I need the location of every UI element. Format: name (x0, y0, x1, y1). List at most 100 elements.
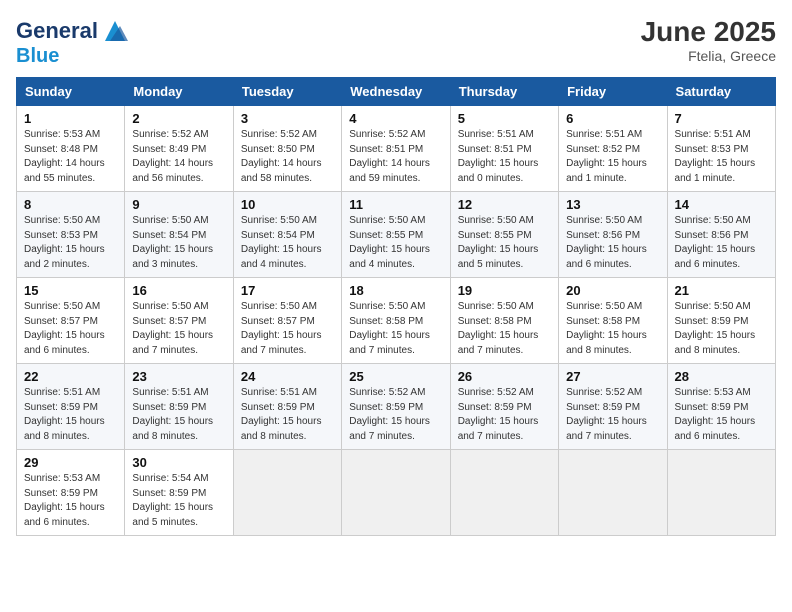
calendar-cell: 30 Sunrise: 5:54 AMSunset: 8:59 PMDayligh… (125, 450, 233, 536)
day-number: 28 (675, 369, 768, 384)
calendar-cell: 4 Sunrise: 5:52 AMSunset: 8:51 PMDaylight… (342, 106, 450, 192)
day-header-monday: Monday (125, 78, 233, 106)
day-number: 27 (566, 369, 659, 384)
day-number: 30 (132, 455, 225, 470)
calendar-cell: 5 Sunrise: 5:51 AMSunset: 8:51 PMDaylight… (450, 106, 558, 192)
calendar-cell: 10 Sunrise: 5:50 AMSunset: 8:54 PMDayligh… (233, 192, 341, 278)
day-number: 23 (132, 369, 225, 384)
day-info: Sunrise: 5:50 AMSunset: 8:58 PMDaylight:… (566, 300, 659, 358)
day-number: 29 (24, 455, 117, 470)
calendar-cell (450, 450, 558, 536)
calendar-cell: 3Sunrise: 5:52 AMSunset: 8:50 PMDaylight… (233, 106, 341, 192)
calendar-cell: 25 Sunrise: 5:52 AMSunset: 8:59 PMDayligh… (342, 364, 450, 450)
day-number: 22 (24, 369, 117, 384)
calendar-cell: 18 Sunrise: 5:50 AMSunset: 8:58 PMDayligh… (342, 278, 450, 364)
day-number: 11 (349, 197, 442, 212)
day-number: 2 (132, 111, 225, 126)
day-number: 1 (24, 111, 117, 126)
calendar-cell: 17Sunrise: 5:50 AMSunset: 8:57 PMDayligh… (233, 278, 341, 364)
day-header-sunday: Sunday (17, 78, 125, 106)
day-info: Sunrise: 5:50 AMSunset: 8:57 PMDaylight:… (132, 300, 225, 358)
calendar-table: SundayMondayTuesdayWednesdayThursdayFrid… (16, 77, 776, 536)
calendar-cell: 20Sunrise: 5:50 AMSunset: 8:58 PMDayligh… (559, 278, 667, 364)
page-header: General Blue June 2025 Ftelia, Greece (16, 16, 776, 67)
day-number: 8 (24, 197, 117, 212)
calendar-cell (559, 450, 667, 536)
calendar-cell: 7 Sunrise: 5:51 AMSunset: 8:53 PMDaylight… (667, 106, 775, 192)
day-info: Sunrise: 5:52 AMSunset: 8:59 PMDaylight:… (458, 386, 551, 444)
day-info: Sunrise: 5:51 AMSunset: 8:59 PMDaylight:… (132, 386, 225, 444)
day-number: 19 (458, 283, 551, 298)
calendar-row: 8 Sunrise: 5:50 AMSunset: 8:53 PMDaylight… (17, 192, 776, 278)
day-number: 5 (458, 111, 551, 126)
day-info: Sunrise: 5:51 AMSunset: 8:53 PMDaylight:… (675, 128, 768, 186)
calendar-cell: 1 Sunrise: 5:53 AMSunset: 8:48 PMDaylight… (17, 106, 125, 192)
day-info: Sunrise: 5:50 AMSunset: 8:54 PMDaylight:… (132, 214, 225, 272)
day-number: 25 (349, 369, 442, 384)
calendar-cell (667, 450, 775, 536)
day-number: 14 (675, 197, 768, 212)
title-block: June 2025 Ftelia, Greece (641, 16, 776, 64)
day-info: Sunrise: 5:52 AMSunset: 8:49 PMDaylight:… (132, 128, 225, 186)
day-number: 26 (458, 369, 551, 384)
day-info: Sunrise: 5:50 AMSunset: 8:54 PMDaylight:… (241, 214, 334, 272)
day-info: Sunrise: 5:51 AMSunset: 8:52 PMDaylight:… (566, 128, 659, 186)
calendar-cell: 15 Sunrise: 5:50 AMSunset: 8:57 PMDayligh… (17, 278, 125, 364)
logo: General Blue (16, 16, 130, 67)
day-info: Sunrise: 5:51 AMSunset: 8:59 PMDaylight:… (24, 386, 117, 444)
day-info: Sunrise: 5:50 AMSunset: 8:58 PMDaylight:… (458, 300, 551, 358)
calendar-header-row: SundayMondayTuesdayWednesdayThursdayFrid… (17, 78, 776, 106)
calendar-cell: 6 Sunrise: 5:51 AMSunset: 8:52 PMDaylight… (559, 106, 667, 192)
logo-blue-text: Blue (16, 45, 59, 67)
day-info: Sunrise: 5:50 AMSunset: 8:59 PMDaylight:… (675, 300, 768, 358)
day-info: Sunrise: 5:52 AMSunset: 8:51 PMDaylight:… (349, 128, 442, 186)
calendar-row: 29 Sunrise: 5:53 AMSunset: 8:59 PMDayligh… (17, 450, 776, 536)
day-number: 7 (675, 111, 768, 126)
day-header-friday: Friday (559, 78, 667, 106)
day-number: 9 (132, 197, 225, 212)
day-number: 21 (675, 283, 768, 298)
day-info: Sunrise: 5:52 AMSunset: 8:50 PMDaylight:… (241, 128, 334, 186)
calendar-cell: 21 Sunrise: 5:50 AMSunset: 8:59 PMDayligh… (667, 278, 775, 364)
day-number: 18 (349, 283, 442, 298)
day-info: Sunrise: 5:51 AMSunset: 8:51 PMDaylight:… (458, 128, 551, 186)
month-title: June 2025 (641, 16, 776, 48)
day-number: 15 (24, 283, 117, 298)
calendar-cell: 2 Sunrise: 5:52 AMSunset: 8:49 PMDaylight… (125, 106, 233, 192)
calendar-cell: 19 Sunrise: 5:50 AMSunset: 8:58 PMDayligh… (450, 278, 558, 364)
calendar-cell: 13Sunrise: 5:50 AMSunset: 8:56 PMDayligh… (559, 192, 667, 278)
day-info: Sunrise: 5:50 AMSunset: 8:58 PMDaylight:… (349, 300, 442, 358)
day-header-saturday: Saturday (667, 78, 775, 106)
day-info: Sunrise: 5:53 AMSunset: 8:48 PMDaylight:… (24, 128, 117, 186)
day-number: 6 (566, 111, 659, 126)
day-info: Sunrise: 5:50 AMSunset: 8:53 PMDaylight:… (24, 214, 117, 272)
day-number: 13 (566, 197, 659, 212)
day-number: 12 (458, 197, 551, 212)
calendar-cell: 14Sunrise: 5:50 AMSunset: 8:56 PMDayligh… (667, 192, 775, 278)
logo-icon (100, 16, 130, 46)
calendar-cell (342, 450, 450, 536)
calendar-cell: 24Sunrise: 5:51 AMSunset: 8:59 PMDayligh… (233, 364, 341, 450)
day-info: Sunrise: 5:50 AMSunset: 8:55 PMDaylight:… (458, 214, 551, 272)
day-info: Sunrise: 5:53 AMSunset: 8:59 PMDaylight:… (24, 472, 117, 530)
calendar-cell: 26 Sunrise: 5:52 AMSunset: 8:59 PMDayligh… (450, 364, 558, 450)
calendar-cell: 16Sunrise: 5:50 AMSunset: 8:57 PMDayligh… (125, 278, 233, 364)
day-number: 4 (349, 111, 442, 126)
day-number: 17 (241, 283, 334, 298)
calendar-cell: 27Sunrise: 5:52 AMSunset: 8:59 PMDayligh… (559, 364, 667, 450)
location-text: Ftelia, Greece (641, 48, 776, 64)
day-info: Sunrise: 5:50 AMSunset: 8:55 PMDaylight:… (349, 214, 442, 272)
calendar-cell: 11 Sunrise: 5:50 AMSunset: 8:55 PMDayligh… (342, 192, 450, 278)
calendar-cell: 8 Sunrise: 5:50 AMSunset: 8:53 PMDaylight… (17, 192, 125, 278)
day-header-tuesday: Tuesday (233, 78, 341, 106)
day-info: Sunrise: 5:50 AMSunset: 8:57 PMDaylight:… (24, 300, 117, 358)
day-number: 24 (241, 369, 334, 384)
day-info: Sunrise: 5:54 AMSunset: 8:59 PMDaylight:… (132, 472, 225, 530)
day-info: Sunrise: 5:52 AMSunset: 8:59 PMDaylight:… (349, 386, 442, 444)
calendar-cell: 28Sunrise: 5:53 AMSunset: 8:59 PMDayligh… (667, 364, 775, 450)
day-number: 10 (241, 197, 334, 212)
calendar-cell (233, 450, 341, 536)
calendar-row: 1 Sunrise: 5:53 AMSunset: 8:48 PMDaylight… (17, 106, 776, 192)
day-header-wednesday: Wednesday (342, 78, 450, 106)
logo-text: General (16, 20, 98, 42)
